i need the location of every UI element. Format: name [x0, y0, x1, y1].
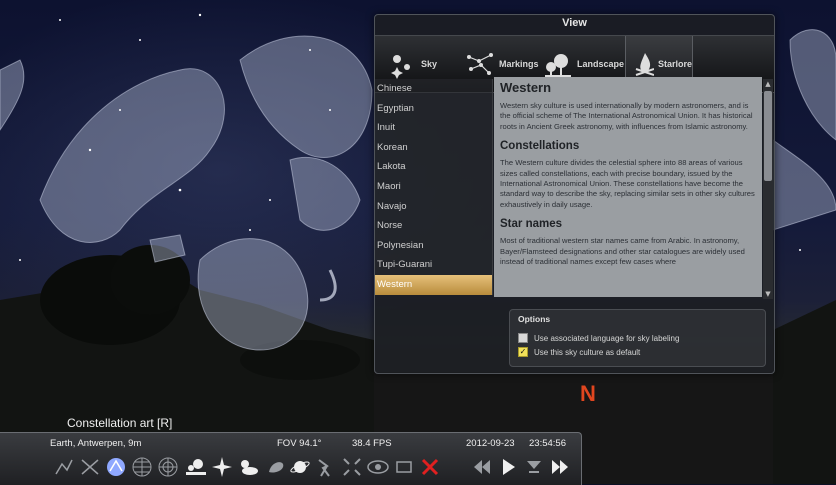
equatorial-mount-icon: [318, 459, 330, 477]
fov-info: FOV 94.1°: [277, 438, 322, 449]
play-icon: [503, 459, 515, 475]
date-info: 2012-09-23: [466, 438, 515, 449]
atmosphere-icon: [241, 460, 258, 475]
options-group: Options Use associated language for sky …: [509, 309, 766, 367]
list-item[interactable]: Maori: [375, 177, 492, 197]
atmosphere-button[interactable]: [236, 455, 260, 479]
fullscreen-icon: [396, 461, 412, 473]
checkbox-sky-labeling[interactable]: [518, 333, 528, 343]
quit-button[interactable]: [418, 455, 442, 479]
markings-icon: [467, 53, 493, 75]
scroll-up-icon[interactable]: ▲: [763, 79, 773, 89]
sky-icon: [391, 55, 410, 79]
list-item[interactable]: Navajo: [375, 197, 492, 217]
list-item[interactable]: Korean: [375, 138, 492, 158]
equatorial-grid-button[interactable]: [130, 455, 154, 479]
option-default-culture[interactable]: ✓ Use this sky culture as default: [518, 346, 640, 358]
culture-description: Western Western sky culture is used inte…: [494, 77, 762, 297]
planets-button[interactable]: [288, 455, 312, 479]
center-object-button[interactable]: [340, 455, 364, 479]
real-time-button[interactable]: [522, 455, 546, 479]
option-label: Use associated language for sky labeling: [534, 333, 680, 343]
tab-sky-label: Sky: [421, 59, 438, 69]
option-label: Use this sky culture as default: [534, 347, 641, 357]
landscape-icon: [545, 54, 571, 77]
description-heading: Constellations: [500, 140, 580, 153]
night-mode-icon: [367, 460, 389, 474]
description-paragraph: Most of traditional western star names c…: [500, 236, 745, 267]
constellation-lines-icon: [55, 459, 73, 475]
options-title: Options: [518, 314, 551, 324]
tab-landscape-label: Landscape: [577, 59, 625, 69]
night-mode-button[interactable]: [366, 455, 390, 479]
description-scrollbar[interactable]: ▲ ▼: [763, 79, 773, 299]
equatorial-grid-icon: [132, 457, 152, 477]
view-dialog[interactable]: View Sky Markings Landscape Starlore Chi…: [374, 14, 775, 374]
real-time-icon: [527, 461, 541, 473]
ground-icon: [186, 459, 206, 475]
scroll-down-icon[interactable]: ▼: [763, 289, 773, 299]
fullscreen-button[interactable]: [392, 455, 416, 479]
list-item[interactable]: Egyptian: [375, 99, 492, 119]
description-paragraph: Western sky culture is used internationa…: [500, 101, 753, 131]
scroll-thumb[interactable]: [764, 91, 772, 181]
constellation-labels-button[interactable]: [78, 455, 102, 479]
location-info: Earth, Antwerpen, 9m: [50, 438, 142, 449]
cardinal-points-icon: [212, 457, 232, 477]
ground-button[interactable]: [184, 455, 208, 479]
cardinal-north-label: N: [580, 381, 596, 406]
planets-icon: [290, 461, 310, 473]
rewind-button[interactable]: [470, 455, 494, 479]
nebulas-icon: [269, 462, 284, 473]
nebulas-button[interactable]: [264, 455, 288, 479]
checkbox-default-culture[interactable]: ✓: [518, 347, 528, 357]
list-item[interactable]: Tupi-Guarani: [375, 255, 492, 275]
azimuthal-grid-icon: [158, 457, 178, 477]
tab-markings-label: Markings: [499, 59, 539, 69]
constellation-art-button[interactable]: [104, 455, 128, 479]
tab-starlore-label: Starlore: [657, 59, 692, 69]
sky-culture-list[interactable]: Chinese Egyptian Inuit Korean Lakota Mao…: [375, 79, 493, 295]
list-item-selected[interactable]: Western: [375, 274, 492, 295]
dialog-title: View: [562, 17, 587, 29]
constellation-lines-button[interactable]: [52, 455, 76, 479]
constellation-art-icon: [107, 458, 125, 476]
list-item[interactable]: Lakota: [375, 157, 492, 177]
fast-forward-icon: [552, 460, 568, 474]
rewind-icon: [474, 460, 490, 474]
azimuthal-grid-button[interactable]: [156, 455, 180, 479]
fast-forward-button[interactable]: [548, 455, 572, 479]
description-heading: Star names: [500, 218, 563, 231]
center-object-icon: [343, 458, 361, 476]
cardinal-points-button[interactable]: [210, 455, 234, 479]
description-paragraph: The Western culture divides the celestia…: [500, 158, 755, 209]
bottom-toolbar: Earth, Antwerpen, 9m FOV 94.1° 38.4 FPS …: [0, 432, 582, 485]
constellation-labels-icon: [81, 459, 99, 475]
description-title: Western: [500, 80, 552, 95]
fps-info: 38.4 FPS: [352, 438, 392, 449]
starlore-icon: [635, 53, 654, 76]
quit-icon: [421, 458, 439, 476]
play-button[interactable]: [496, 455, 520, 479]
list-item[interactable]: Norse: [375, 216, 492, 236]
time-info: 23:54:56: [529, 438, 566, 449]
list-item[interactable]: Inuit: [375, 118, 492, 138]
option-sky-labeling[interactable]: Use associated language for sky labeling: [518, 332, 679, 344]
list-item[interactable]: Chinese: [375, 79, 492, 99]
button-tooltip: Constellation art [R]: [67, 416, 173, 430]
equatorial-mount-button[interactable]: [312, 455, 336, 479]
list-item[interactable]: Polynesian: [375, 236, 492, 256]
